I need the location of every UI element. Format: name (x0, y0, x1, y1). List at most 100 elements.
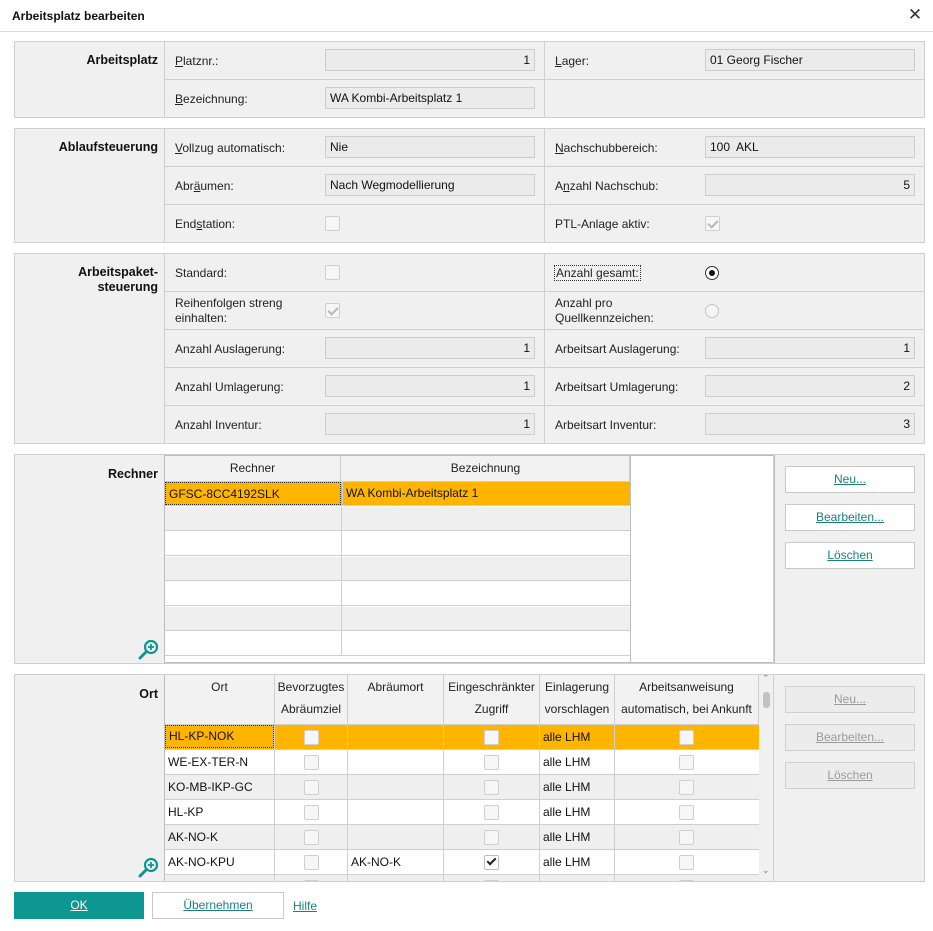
anzahl-gesamt-radio[interactable] (705, 266, 719, 280)
ort-row[interactable]: WE-EX-TER-N alle LHM (165, 750, 759, 775)
lager-field[interactable]: 01 Georg Fischer (705, 49, 915, 71)
ort-row[interactable] (165, 875, 759, 881)
anzahl-umlagerung-label: Anzahl Umlagerung: (175, 380, 284, 394)
section-arbeitsplatz: Arbeitsplatz Platznr.: 1 Lager: 01 Georg… (14, 41, 925, 118)
ort-cell-einlagerung: alle LHM (543, 755, 591, 769)
ort-zugriff-checkbox[interactable] (484, 780, 499, 795)
section-label-ort: Ort (139, 687, 158, 701)
anzahl-umlagerung-field[interactable]: 1 (325, 375, 535, 397)
nachschubbereich-field[interactable]: 100 AKL (705, 136, 915, 158)
ort-neu-button[interactable]: Neu... (785, 686, 915, 713)
ort-col-header[interactable]: Ort (165, 675, 275, 725)
scroll-down-icon[interactable]: ⌄ (762, 865, 770, 876)
ort-bevorzugt-checkbox[interactable] (304, 830, 319, 845)
ort-row[interactable]: HL-KP alle LHM (165, 800, 759, 825)
anzahl-inventur-field[interactable]: 1 (325, 413, 535, 435)
ort-bevorzugt-checkbox[interactable] (304, 855, 319, 870)
ort-cell-einlagerung: alle LHM (543, 730, 591, 744)
section-label-arbeitspaketsteuerung: Arbeitspaket- steuerung (78, 265, 158, 294)
ort-arbeitsanweisung-checkbox[interactable] (679, 780, 694, 795)
anzahl-pro-label: Anzahl pro Quellkennzeichen: (555, 296, 654, 325)
ort-arbeitsanweisung-checkbox[interactable] (679, 755, 694, 770)
anzahl-inventur-label: Anzahl Inventur: (175, 418, 262, 432)
rechner-grid[interactable]: Rechner Bezeichnung GFSC-8CC4192SLK WA K… (164, 455, 775, 663)
ort-bearbeiten-button[interactable]: Bearbeiten... (785, 724, 915, 751)
scroll-thumb[interactable] (763, 692, 770, 708)
ort-cell-ort: HL-KP-NOK (165, 725, 274, 748)
abraeumen-field[interactable]: Nach Wegmodellierung (325, 174, 535, 196)
vollzug-label: Vollzug automatisch: (175, 141, 286, 155)
ort-grid[interactable]: Ort Bevorzugtes Abräumziel Abräumort Eingesc… (164, 675, 775, 881)
ort-bevorzugt-checkbox[interactable] (304, 880, 319, 881)
platznr-field[interactable]: 1 (325, 49, 535, 71)
endstation-checkbox[interactable] (325, 216, 340, 231)
scroll-up-icon[interactable]: ⌃ (762, 675, 770, 684)
ort-zugriff-checkbox[interactable] (484, 830, 499, 845)
ort-row[interactable]: KO-MB-IKP-GC alle LHM (165, 775, 759, 800)
ort-col-header[interactable]: Abräumort (348, 675, 444, 725)
zoom-icon[interactable] (138, 856, 160, 878)
uebernehmen-button[interactable]: Übernehmen (152, 892, 284, 919)
ort-arbeitsanweisung-checkbox[interactable] (679, 730, 694, 745)
abraeumen-label: Abräumen: (175, 179, 234, 193)
ort-zugriff-checkbox[interactable] (484, 880, 499, 881)
section-ablaufsteuerung: Ablaufsteuerung Vollzug automatisch: Nie… (14, 128, 925, 243)
ort-zugriff-checkbox[interactable] (484, 755, 499, 770)
rechner-col-header-bezeichnung[interactable]: Bezeichnung (342, 456, 630, 482)
ort-zugriff-checkbox[interactable] (484, 805, 499, 820)
ort-arbeitsanweisung-checkbox[interactable] (679, 855, 694, 870)
ort-bevorzugt-checkbox[interactable] (304, 730, 319, 745)
ort-col-header[interactable]: Eingeschränkter Zugriff (444, 675, 540, 725)
ort-col-header[interactable]: Bevorzugtes Abräumziel (275, 675, 348, 725)
ort-bevorzugt-checkbox[interactable] (304, 805, 319, 820)
bezeichnung-label: Bezeichnung: (175, 92, 248, 106)
rechner-bearbeiten-button[interactable]: Bearbeiten... (785, 504, 915, 531)
ort-bevorzugt-checkbox[interactable] (304, 755, 319, 770)
ort-row[interactable]: AK-NO-KPU AK-NO-K alle LHM (165, 850, 759, 875)
arbeitsart-inventur-field[interactable]: 3 (705, 413, 915, 435)
section-label-arbeitsplatz: Arbeitsplatz (86, 53, 158, 67)
rechner-empty-row (165, 532, 630, 556)
rechner-neu-button[interactable]: Neu... (785, 466, 915, 493)
ort-cell-ort: WE-EX-TER-N (168, 755, 248, 769)
rechner-empty-row (165, 557, 630, 581)
section-arbeitspaketsteuerung: Arbeitspaket- steuerung Standard: Anzahl… (14, 253, 925, 444)
ort-cell-einlagerung: alle LHM (543, 855, 591, 869)
vollzug-field[interactable]: Nie (325, 136, 535, 158)
ort-col-header[interactable]: Einlagerung vorschlagen (540, 675, 615, 725)
section-rechner: Rechner Rechner Bezeichnung GFSC-8CC4192… (14, 454, 925, 664)
anzahl-nachschub-field[interactable]: 5 (705, 174, 915, 196)
ort-bevorzugt-checkbox[interactable] (304, 780, 319, 795)
ort-cell-abraeumort: AK-NO-K (351, 855, 402, 869)
reihenfolgen-checkbox[interactable] (325, 303, 340, 318)
reihenfolgen-label: Reihenfolgen streng einhalten: (175, 296, 283, 325)
section-ort: Ort Ort Bevorzugtes Abräumziel Abräumort Ein… (14, 674, 925, 882)
ort-zugriff-checkbox[interactable] (484, 730, 499, 745)
ort-col-header[interactable]: Arbeitsanweisung automatisch, bei Ankunft (615, 675, 759, 725)
ort-row[interactable]: AK-NO-K alle LHM (165, 825, 759, 850)
ort-arbeitsanweisung-checkbox[interactable] (679, 805, 694, 820)
ort-loeschen-button[interactable]: Löschen (785, 762, 915, 789)
arbeitsart-umlagerung-field[interactable]: 2 (705, 375, 915, 397)
arbeitsart-auslagerung-field[interactable]: 1 (705, 337, 915, 359)
ok-button[interactable]: OK (14, 892, 144, 919)
ort-row[interactable]: HL-KP-NOK alle LHM (165, 725, 759, 750)
ort-arbeitsanweisung-checkbox[interactable] (679, 830, 694, 845)
hilfe-link[interactable]: Hilfe (293, 899, 317, 913)
rechner-cell-bezeichnung: WA Kombi-Arbeitsplatz 1 (342, 482, 630, 505)
ort-zugriff-checkbox[interactable] (484, 855, 499, 870)
anzahl-pro-radio[interactable] (705, 304, 719, 318)
section-label-rechner: Rechner (107, 467, 158, 481)
standard-checkbox[interactable] (325, 265, 340, 280)
anzahl-auslagerung-field[interactable]: 1 (325, 337, 535, 359)
anzahl-auslagerung-label: Anzahl Auslagerung: (175, 342, 286, 356)
rechner-loeschen-button[interactable]: Löschen (785, 542, 915, 569)
rechner-col-header-rechner[interactable]: Rechner (165, 456, 341, 482)
anzahl-gesamt-label: Anzahl gesamt: (554, 265, 641, 281)
ort-arbeitsanweisung-checkbox[interactable] (679, 880, 694, 881)
zoom-icon[interactable] (138, 638, 160, 660)
close-icon[interactable]: ✕ (905, 5, 925, 25)
ptl-checkbox[interactable] (705, 216, 720, 231)
bezeichnung-field[interactable]: WA Kombi-Arbeitsplatz 1 (325, 87, 535, 109)
rechner-row[interactable]: GFSC-8CC4192SLK WA Kombi-Arbeitsplatz 1 (165, 482, 630, 506)
